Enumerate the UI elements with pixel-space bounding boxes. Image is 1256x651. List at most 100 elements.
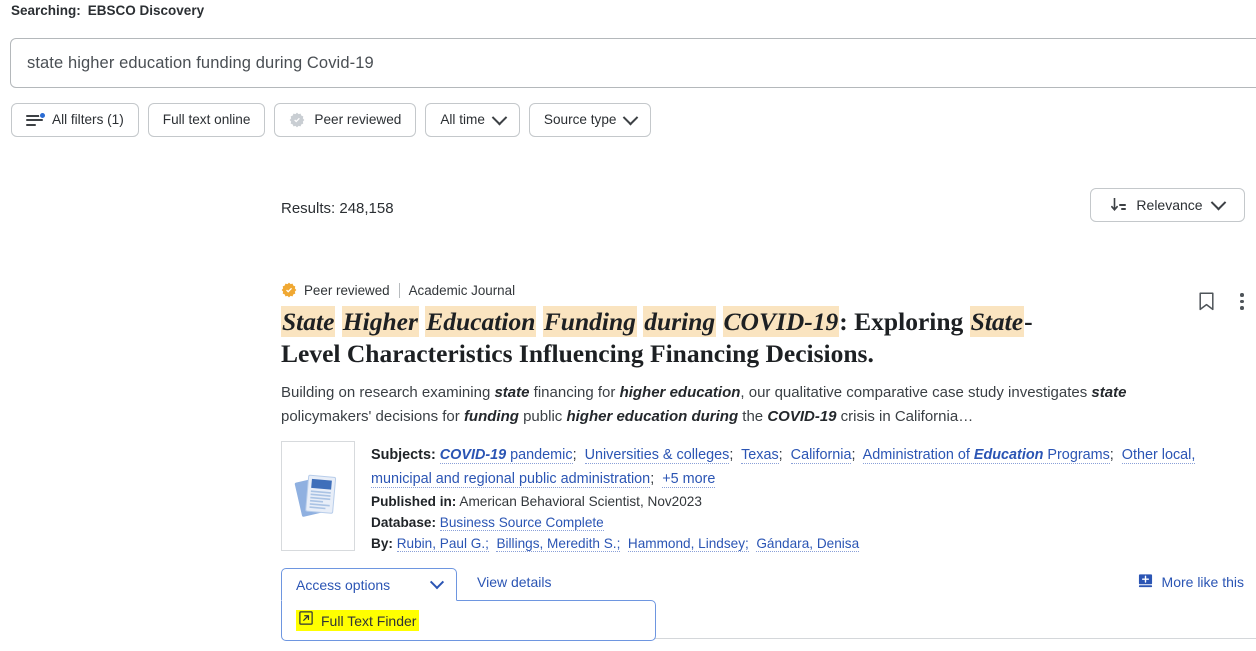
more-like-this-button[interactable]: More like this <box>1138 573 1244 591</box>
search-results-page: Searching: EBSCO Discovery All filters (… <box>0 0 1256 651</box>
chevron-down-icon <box>491 109 508 125</box>
subjects-more-link[interactable]: +5 more <box>662 471 716 488</box>
title-text <box>335 307 341 336</box>
abstract-text: , our qualitative comparative case study… <box>740 384 1092 401</box>
title-term-highlight: State <box>969 306 1025 337</box>
source-type-filter[interactable]: Source type <box>528 103 652 137</box>
searching-database-name: EBSCO Discovery <box>87 3 205 18</box>
all-time-filter[interactable]: All time <box>425 103 520 137</box>
book-plus-icon <box>1138 573 1153 591</box>
result-title[interactable]: State Higher Education Funding during CO… <box>281 306 1071 370</box>
sort-button[interactable]: Relevance <box>1090 188 1245 222</box>
published-in-row: Published in: American Behavioral Scient… <box>371 491 1244 512</box>
sort-descending-icon <box>1111 198 1127 212</box>
rosette-check-icon <box>289 112 305 128</box>
peer-reviewed-label: Peer reviewed <box>314 112 402 128</box>
full-text-online-filter[interactable]: Full text online <box>147 103 266 137</box>
abstract-text: financing for <box>529 384 620 401</box>
all-filters-label: All filters (1) <box>52 112 124 128</box>
subject-term-emphasis: Education <box>973 447 1044 463</box>
database-link[interactable]: Business Source Complete <box>439 515 604 531</box>
filter-bar: All filters (1) Full text online Peer re… <box>11 103 652 137</box>
subject-separator: ; <box>650 471 663 487</box>
abstract-text: the <box>738 408 768 425</box>
abstract-term: COVID-19 <box>767 408 837 425</box>
result-item: Peer reviewed Academic Journal State Hig… <box>281 282 1244 642</box>
access-options-button[interactable]: Access options <box>281 568 457 601</box>
title-term-highlight: COVID-19 <box>722 306 840 337</box>
authors-label: By: <box>371 536 393 551</box>
result-bottom-actions: Access options Full Text Finder View det… <box>281 568 1244 642</box>
more-like-this-label: More like this <box>1161 574 1244 590</box>
subject-separator: ; <box>729 447 742 463</box>
document-type-label: Academic Journal <box>408 282 516 298</box>
view-details-link[interactable]: View details <box>477 574 551 590</box>
abstract-term: state <box>494 384 530 401</box>
searching-label: Searching: <box>11 3 81 18</box>
subjects-links: COVID-19 pandemic; Universities & colleg… <box>371 447 1196 488</box>
published-in-value: American Behavioral Scientist, Nov2023 <box>459 494 702 509</box>
badge-divider <box>398 282 400 298</box>
title-term-highlight: Education <box>425 306 537 337</box>
chevron-down-icon <box>1210 194 1226 210</box>
subject-link[interactable]: COVID-19 pandemic <box>439 447 573 464</box>
subject-separator: ; <box>1109 447 1122 463</box>
subjects-row: Subjects: COVID-19 pandemic; Universitie… <box>371 443 1244 491</box>
author-link[interactable]: Gándara, Denisa <box>756 536 860 552</box>
result-badges: Peer reviewed Academic Journal <box>281 282 1244 298</box>
authors-row: By: Rubin, Paul G.; Billings, Meredith S… <box>371 533 1244 554</box>
abstract-term: funding <box>463 408 519 425</box>
abstract-term: higher education <box>619 384 741 401</box>
search-input[interactable] <box>27 53 1253 73</box>
abstract-term: higher education during <box>566 408 739 425</box>
subject-link[interactable]: California <box>790 447 852 464</box>
title-term-highlight: during <box>643 306 717 337</box>
database-label: Database: <box>371 515 436 530</box>
full-text-finder-label: Full Text Finder <box>321 612 417 629</box>
title-text <box>716 307 722 336</box>
search-box[interactable] <box>10 38 1256 88</box>
subject-link[interactable]: Universities & colleges <box>584 447 730 464</box>
published-in-label: Published in: <box>371 494 457 509</box>
full-text-finder-item[interactable]: Full Text Finder <box>296 610 420 631</box>
title-term-highlight: Funding <box>542 306 637 337</box>
access-options-menu: Full Text Finder <box>281 600 656 641</box>
abstract-text: policymakers' decisions for <box>281 408 464 425</box>
subject-link[interactable]: Texas <box>741 447 779 464</box>
chevron-down-icon <box>429 574 445 589</box>
sort-label: Relevance <box>1136 197 1203 213</box>
author-link[interactable]: Rubin, Paul G.; <box>396 536 489 552</box>
peer-reviewed-badge-label: Peer reviewed <box>304 282 390 298</box>
authors-links: Rubin, Paul G.; Billings, Meredith S.; H… <box>396 536 863 552</box>
chevron-down-icon <box>623 109 639 125</box>
subject-link[interactable]: Administration of Education Programs <box>862 447 1110 464</box>
peer-reviewed-badge: Peer reviewed <box>281 282 390 298</box>
title-term-highlight: State <box>281 306 336 337</box>
all-filters-button[interactable]: All filters (1) <box>11 103 139 137</box>
abstract-text: crisis in California… <box>836 408 974 425</box>
filters-icon <box>26 111 46 128</box>
external-link-icon <box>299 611 313 630</box>
subject-term-emphasis: COVID-19 <box>439 447 507 463</box>
author-link[interactable]: Billings, Meredith S.; <box>496 536 621 552</box>
access-options-dropdown: Access options Full Text Finder <box>281 568 656 641</box>
subject-separator: ; <box>851 447 863 463</box>
kebab-menu-icon[interactable] <box>1240 293 1244 310</box>
document-placeholder-icon <box>281 441 355 551</box>
rosette-check-icon <box>281 282 297 298</box>
subjects-label: Subjects: <box>371 447 436 463</box>
abstract-text: public <box>518 408 567 425</box>
all-time-label: All time <box>440 112 485 128</box>
abstract-term: state <box>1091 384 1127 401</box>
searching-indicator: Searching: EBSCO Discovery <box>11 3 204 18</box>
bookmark-icon[interactable] <box>1199 292 1214 311</box>
results-count: Results: 248,158 <box>281 200 394 217</box>
access-options-label: Access options <box>296 576 391 593</box>
result-abstract: Building on research examining state fin… <box>281 381 1181 429</box>
title-term-highlight: Higher <box>341 306 419 337</box>
peer-reviewed-filter[interactable]: Peer reviewed <box>274 103 417 137</box>
title-text <box>536 307 542 336</box>
author-link[interactable]: Hammond, Lindsey; <box>627 536 749 552</box>
title-text: : Exploring <box>839 307 970 336</box>
subject-separator: ; <box>572 447 585 463</box>
